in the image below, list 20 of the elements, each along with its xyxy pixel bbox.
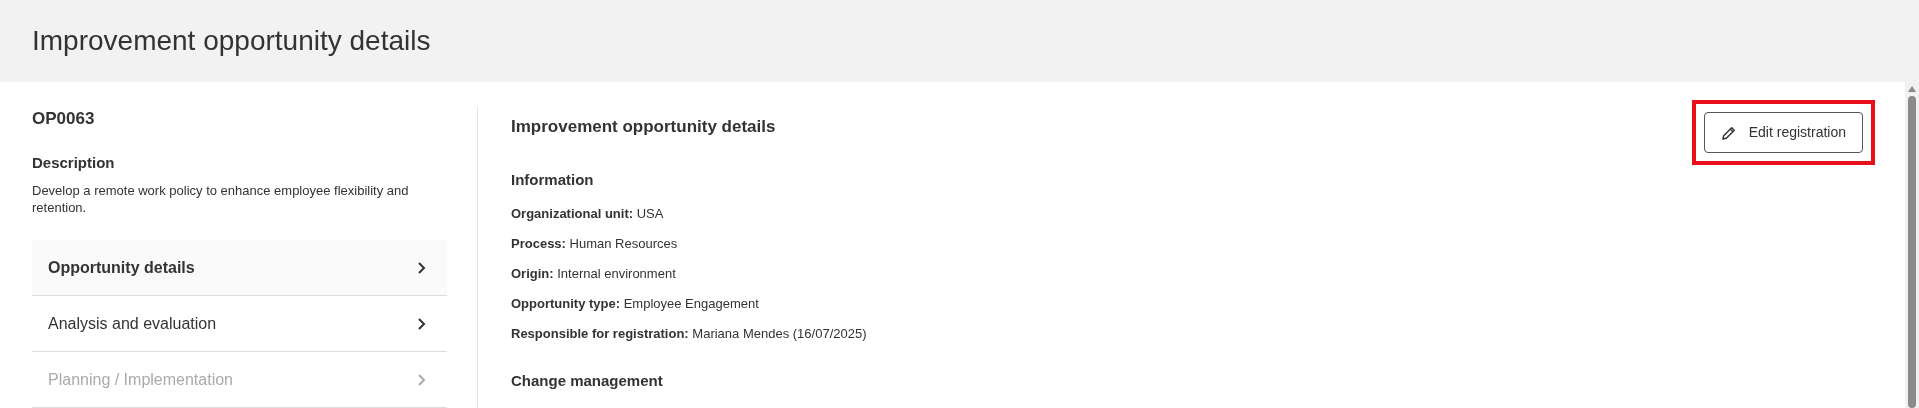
edit-button[interactable]: Edit registration [1703, 112, 1863, 153]
scroll-up-icon[interactable] [1908, 86, 1916, 92]
nav-item[interactable]: Opportunity details [32, 240, 447, 296]
detail-field: Organizational unit: USA [511, 203, 1875, 224]
detail-field: Process: Human Resources [511, 233, 1875, 254]
record-code: OP0063 [32, 108, 96, 130]
pencil-icon [1720, 124, 1737, 141]
subsection-heading: Information [511, 170, 595, 190]
chevron-icon [417, 372, 427, 387]
chevron-icon [417, 316, 427, 331]
section-title: Improvement opportunity details [511, 116, 776, 138]
detail-field: Origin: Internal environment [511, 263, 1875, 284]
subsection-heading: Change management [511, 370, 664, 391]
detail-field: Opportunity type: Employee Engagement [511, 293, 1875, 314]
chevron-icon [417, 260, 427, 275]
detail-field: Responsible for registration: Mariana Mendes (16/07/2025) [511, 323, 1875, 344]
description-label: Description [32, 152, 116, 173]
page-title: Improvement opportunity details [32, 24, 431, 58]
scrollbar-thumb[interactable] [1908, 96, 1916, 408]
description-text: Develop a remote work policy to enhance employee flexibility and retention. [32, 182, 410, 216]
